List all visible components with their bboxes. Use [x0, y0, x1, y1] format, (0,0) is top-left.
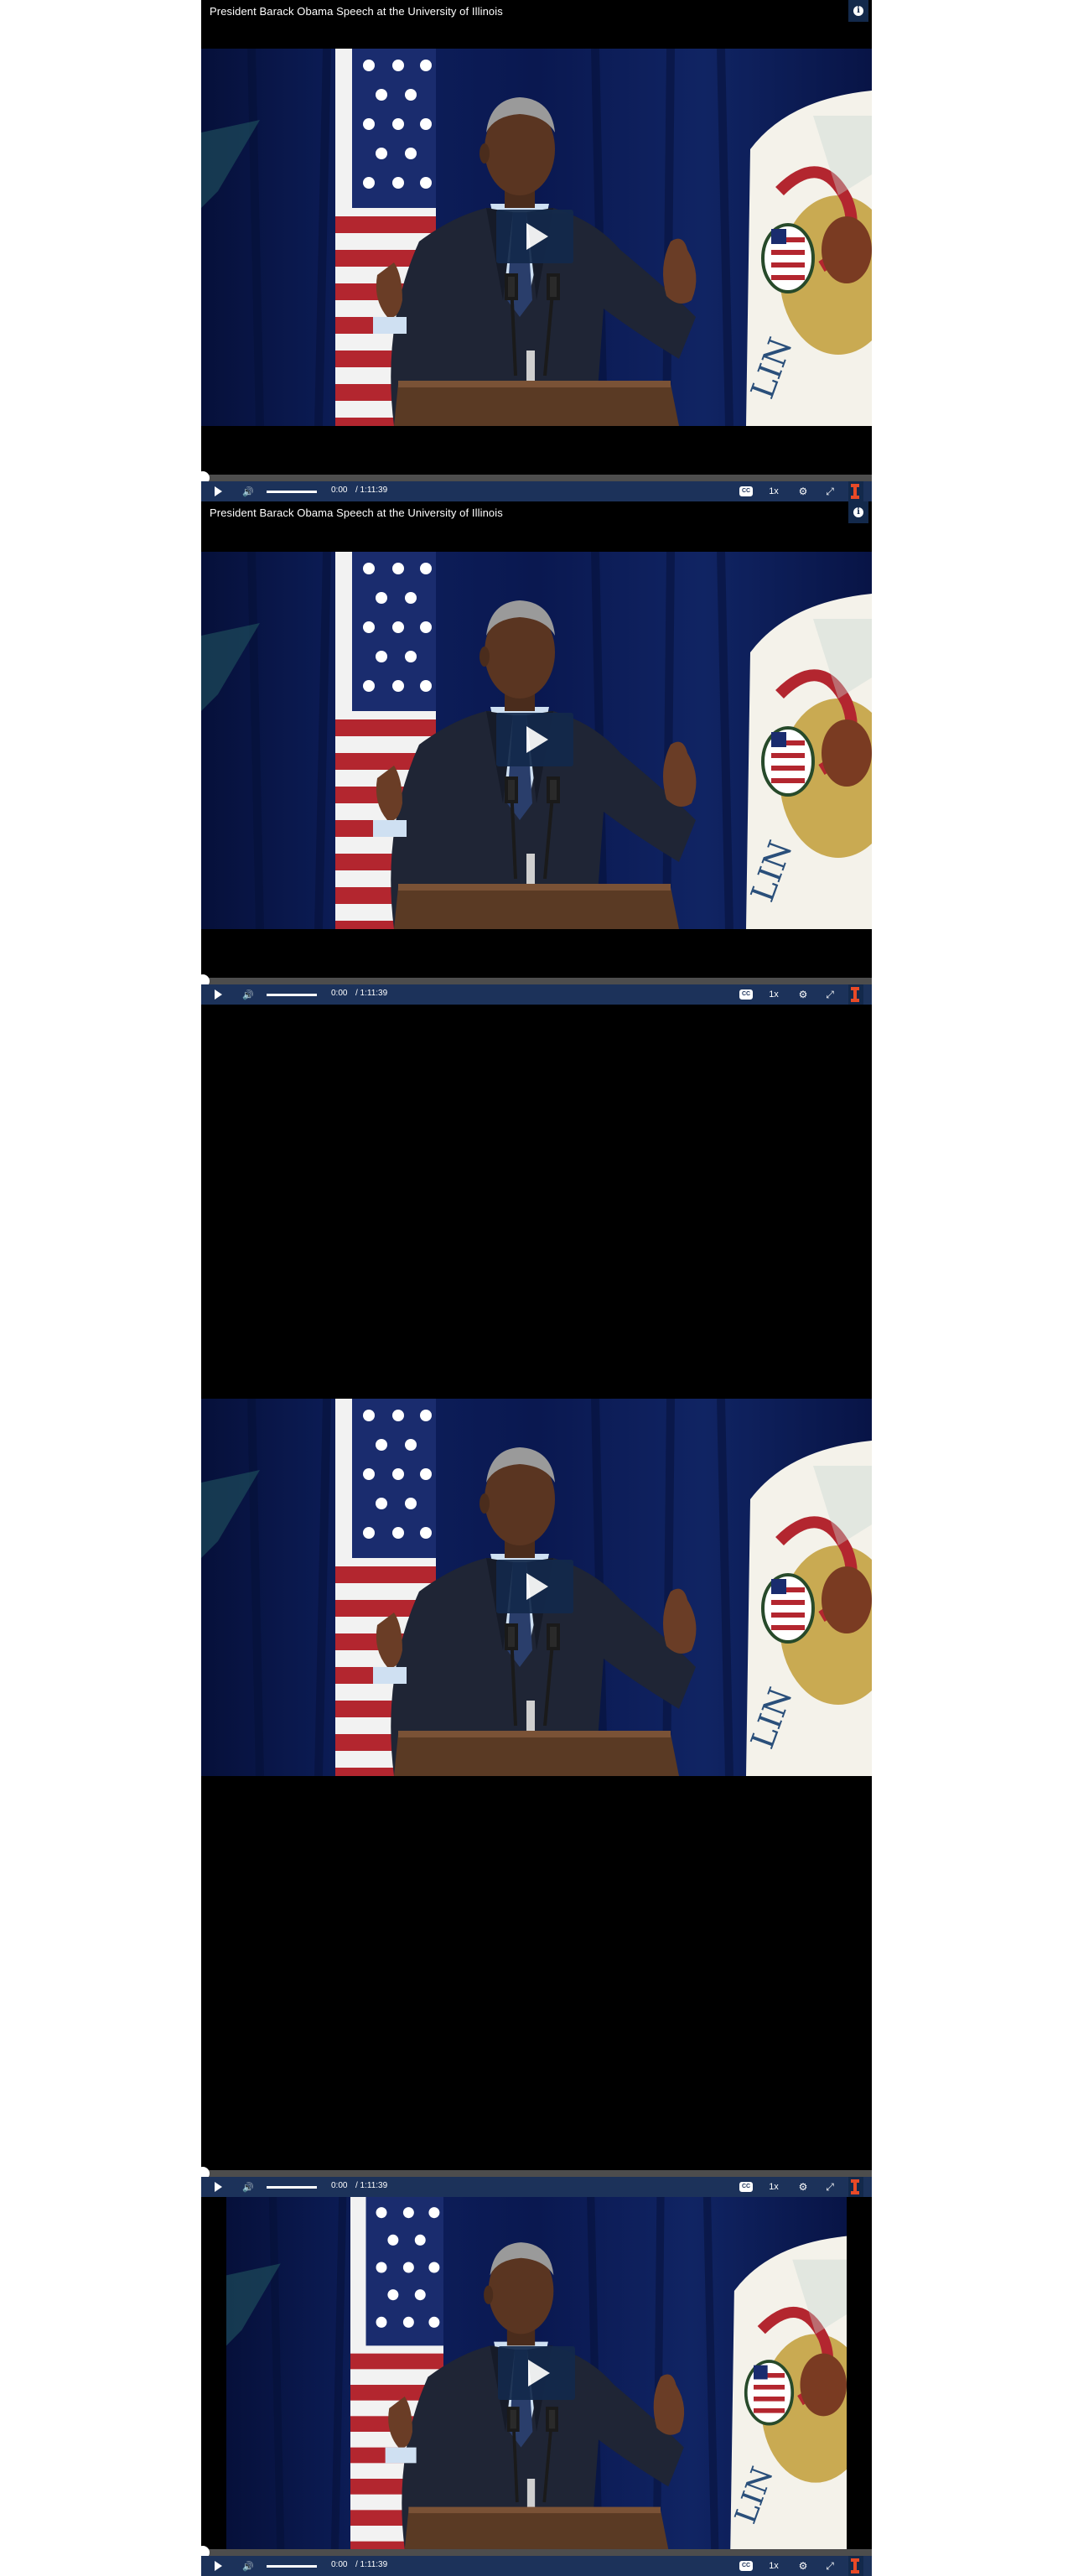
illinois-logo-link[interactable]: [848, 984, 863, 1005]
settings-button[interactable]: ⚙: [796, 984, 810, 1005]
duration: / 1:11:39: [355, 2181, 388, 2190]
gear-icon: ⚙: [798, 989, 808, 1000]
duration: / 1:11:39: [355, 486, 388, 495]
play-icon: [526, 223, 548, 250]
captions-button[interactable]: CC: [738, 984, 754, 1005]
control-bar: 🔊 0:00 / 1:11:39 CC 1x ⚙ ⤢: [201, 984, 872, 1005]
big-play-button[interactable]: [496, 713, 573, 766]
letterbox-bottom: [201, 1776, 872, 2170]
mute-button[interactable]: 🔊: [241, 481, 255, 501]
captions-button[interactable]: CC: [738, 2556, 754, 2576]
fullscreen-button[interactable]: ⤢: [823, 481, 837, 501]
play-button[interactable]: [211, 984, 225, 1005]
big-play-button[interactable]: [496, 210, 573, 263]
illinois-block-i-logo: [851, 2558, 859, 2573]
illinois-block-i-logo: [851, 987, 859, 1002]
letterbox-bottom: [201, 426, 872, 475]
volume-slider[interactable]: [267, 2565, 317, 2568]
closed-captions-icon: CC: [739, 2561, 753, 2571]
control-bar: 🔊 0:00 / 1:11:39 CC 1x ⚙ ⤢: [201, 2556, 872, 2576]
letterbox-top: [201, 1005, 872, 1399]
video-title: President Barack Obama Speech at the Uni…: [210, 506, 503, 519]
volume-icon: 🔊: [242, 989, 254, 1000]
gear-icon: ⚙: [798, 2181, 808, 2193]
fullscreen-button[interactable]: ⤢: [823, 2177, 837, 2197]
fullscreen-button[interactable]: ⤢: [823, 984, 837, 1005]
letterbox-bottom: [201, 929, 872, 978]
fullscreen-icon: ⤢: [826, 2181, 834, 2193]
volume-icon: 🔊: [242, 2182, 254, 2193]
play-icon: [214, 2182, 222, 2192]
illinois-block-i-logo: [851, 484, 859, 499]
illinois-logo-link[interactable]: [848, 2177, 863, 2197]
video-frame[interactable]: [226, 2197, 847, 2549]
volume-icon: 🔊: [242, 2561, 254, 2572]
fullscreen-icon: ⤢: [826, 486, 834, 497]
control-bar: 🔊 0:00 / 1:11:39 CC 1x ⚙ ⤢: [201, 481, 872, 501]
duration: / 1:11:39: [355, 2560, 388, 2569]
mute-button[interactable]: 🔊: [241, 2177, 255, 2197]
play-icon: [214, 989, 222, 1000]
info-icon: i: [853, 6, 863, 16]
progress-bar[interactable]: [196, 2167, 872, 2180]
info-button[interactable]: i: [848, 501, 868, 523]
current-time: 0:00: [331, 2181, 348, 2190]
current-time: 0:00: [331, 989, 348, 998]
info-icon: i: [853, 507, 863, 517]
progress-bar[interactable]: [196, 2546, 872, 2559]
progress-bar[interactable]: [196, 471, 872, 485]
playback-speed-button[interactable]: 1x: [761, 2556, 786, 2576]
mute-button[interactable]: 🔊: [241, 2556, 255, 2576]
play-icon: [528, 2360, 550, 2386]
mute-button[interactable]: 🔊: [241, 984, 255, 1005]
play-icon: [214, 2561, 222, 2571]
gear-icon: ⚙: [798, 2560, 808, 2572]
fullscreen-button[interactable]: ⤢: [823, 2556, 837, 2576]
control-bar: 🔊 0:00 / 1:11:39 CC 1x ⚙ ⤢: [201, 2177, 872, 2197]
duration: / 1:11:39: [355, 989, 388, 998]
video-frame[interactable]: [201, 49, 872, 426]
big-play-button[interactable]: [498, 2346, 575, 2400]
settings-button[interactable]: ⚙: [796, 2177, 810, 2197]
play-icon: [214, 486, 222, 496]
play-button[interactable]: [211, 2556, 225, 2576]
info-button[interactable]: i: [848, 0, 868, 22]
volume-icon: 🔊: [242, 486, 254, 497]
video-frame[interactable]: [201, 552, 872, 929]
illinois-logo-link[interactable]: [848, 2556, 863, 2576]
settings-button[interactable]: ⚙: [796, 2556, 810, 2576]
play-button[interactable]: [211, 481, 225, 501]
video-title-bar: President Barack Obama Speech at the Uni…: [201, 501, 872, 552]
current-time: 0:00: [331, 2560, 348, 2569]
play-icon: [526, 726, 548, 753]
closed-captions-icon: CC: [739, 2182, 753, 2192]
captions-button[interactable]: CC: [738, 481, 754, 501]
illinois-logo-link[interactable]: [848, 481, 863, 501]
playback-speed-button[interactable]: 1x: [761, 984, 786, 1005]
closed-captions-icon: CC: [739, 486, 753, 496]
play-button[interactable]: [211, 2177, 225, 2197]
volume-slider[interactable]: [267, 2186, 317, 2189]
volume-slider[interactable]: [267, 994, 317, 996]
illinois-block-i-logo: [851, 2179, 859, 2194]
video-frame[interactable]: [201, 1399, 872, 1776]
big-play-button[interactable]: [496, 1560, 573, 1613]
fullscreen-icon: ⤢: [826, 2560, 834, 2572]
settings-button[interactable]: ⚙: [796, 481, 810, 501]
closed-captions-icon: CC: [739, 989, 753, 1000]
progress-bar[interactable]: [196, 974, 872, 988]
play-icon: [526, 1573, 548, 1600]
current-time: 0:00: [331, 486, 348, 495]
volume-slider[interactable]: [267, 491, 317, 493]
gear-icon: ⚙: [798, 486, 808, 497]
video-title-bar: President Barack Obama Speech at the Uni…: [201, 0, 872, 49]
playback-speed-button[interactable]: 1x: [761, 481, 786, 501]
fullscreen-icon: ⤢: [826, 989, 834, 1000]
playback-speed-button[interactable]: 1x: [761, 2177, 786, 2197]
video-title: President Barack Obama Speech at the Uni…: [210, 5, 503, 18]
captions-button[interactable]: CC: [738, 2177, 754, 2197]
